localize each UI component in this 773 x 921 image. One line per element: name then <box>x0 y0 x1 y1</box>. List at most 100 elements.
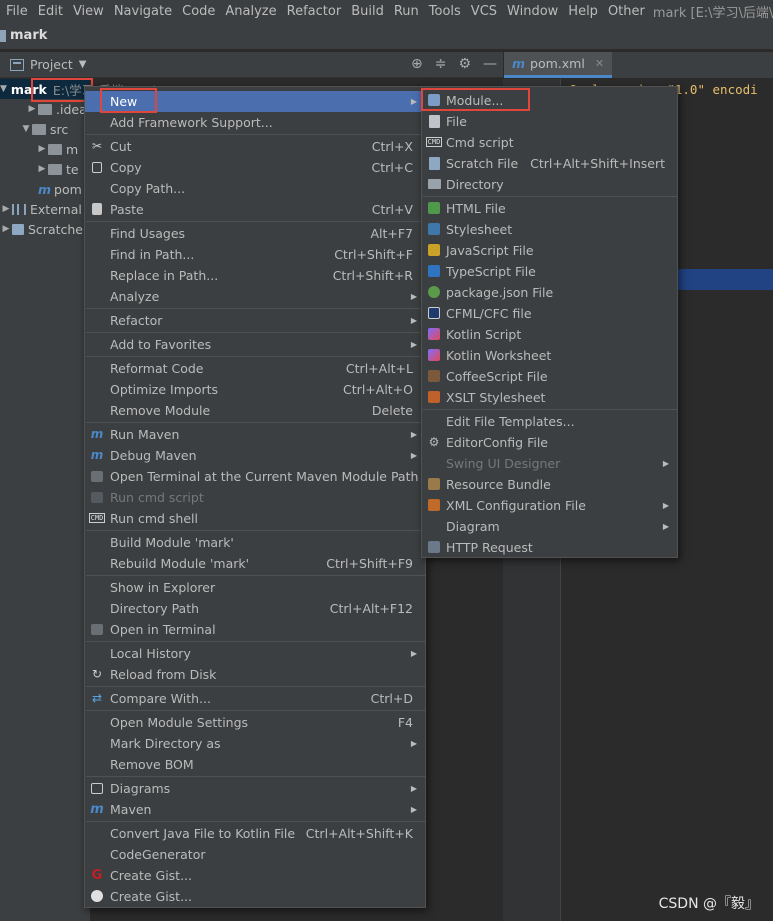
tree-item-src[interactable]: ▼ src <box>20 119 69 139</box>
submenu-item-edit-file-templates[interactable]: Edit File Templates... <box>422 411 677 432</box>
menu-item-create-gist[interactable]: G Create Gist... <box>85 865 425 886</box>
menu-item-label: TypeScript File <box>446 264 536 279</box>
submenu-item-diagram[interactable]: Diagram ▶ <box>422 516 677 537</box>
close-icon[interactable]: ✕ <box>595 57 604 70</box>
expand-arrow-icon[interactable]: ▶ <box>36 144 48 154</box>
submenu-item-kotlin-script[interactable]: Kotlin Script <box>422 324 677 345</box>
menu-item-reformat-code[interactable]: Reformat Code Ctrl+Alt+L <box>85 358 425 379</box>
submenu-item-stylesheet[interactable]: Stylesheet <box>422 219 677 240</box>
menu-item-local-history[interactable]: Local History ▶ <box>85 643 425 664</box>
menu-item-find-in-path[interactable]: Find in Path... Ctrl+Shift+F <box>85 244 425 265</box>
submenu-item-kotlin-worksheet[interactable]: Kotlin Worksheet <box>422 345 677 366</box>
menu-item-replace-in-path[interactable]: Replace in Path... Ctrl+Shift+R <box>85 265 425 286</box>
collapse-all-icon[interactable]: ≑ <box>435 56 447 72</box>
submenu-item-xml-configuration-file[interactable]: XML Configuration File ▶ <box>422 495 677 516</box>
menu-item-add-to-favorites[interactable]: Add to Favorites ▶ <box>85 334 425 355</box>
menu-file[interactable]: File <box>2 4 32 19</box>
tab-pom-xml[interactable]: m pom.xml ✕ <box>504 52 613 78</box>
menu-item-show-in-explorer[interactable]: Show in Explorer <box>85 577 425 598</box>
menu-item-label: Rebuild Module 'mark' <box>110 556 250 571</box>
expand-arrow-icon[interactable]: ▶ <box>0 224 12 234</box>
tree-item-external-libraries[interactable]: ▶ External <box>0 199 82 219</box>
submenu-item-xslt-stylesheet[interactable]: XSLT Stylesheet <box>422 387 677 408</box>
submenu-item-html-file[interactable]: HTML File <box>422 198 677 219</box>
menu-item-compare-with[interactable]: ⇄ Compare With... Ctrl+D <box>85 688 425 709</box>
tree-item-pom[interactable]: m pom <box>38 179 82 199</box>
minimize-icon[interactable]: — <box>483 56 497 72</box>
menu-edit[interactable]: Edit <box>34 4 67 19</box>
menu-item-label: Add to Favorites <box>110 337 212 352</box>
menu-item-run-cmd-script[interactable]: Run cmd script <box>85 487 425 508</box>
expand-arrow-icon[interactable]: ▼ <box>0 84 7 94</box>
menu-item-open-in-terminal[interactable]: Open in Terminal <box>85 619 425 640</box>
menu-item-convert-java-file-to-kotlin-file[interactable]: Convert Java File to Kotlin File Ctrl+Alt… <box>85 823 425 844</box>
menu-item-cut[interactable]: ✂ Cut Ctrl+X <box>85 136 425 157</box>
chevron-down-icon[interactable]: ▼ <box>79 59 87 70</box>
menu-item-optimize-imports[interactable]: Optimize Imports Ctrl+Alt+O <box>85 379 425 400</box>
menu-item-paste[interactable]: Paste Ctrl+V <box>85 199 425 220</box>
submenu-item-editorconfig-file[interactable]: ⚙ EditorConfig File <box>422 432 677 453</box>
submenu-item-package-json-file[interactable]: package.json File <box>422 282 677 303</box>
menu-item-reload-from-disk[interactable]: ↻ Reload from Disk <box>85 664 425 685</box>
menu-item-rebuild-module-mark[interactable]: Rebuild Module 'mark' Ctrl+Shift+F9 <box>85 553 425 574</box>
menu-other[interactable]: Other <box>604 4 649 19</box>
submenu-item-resource-bundle[interactable]: Resource Bundle <box>422 474 677 495</box>
menu-item-run-cmd-shell[interactable]: CMD Run cmd shell <box>85 508 425 529</box>
tree-item-main[interactable]: ▶ m <box>36 139 79 159</box>
tree-item-test[interactable]: ▶ te <box>36 159 79 179</box>
menu-item-open-terminal-at-the-current-maven-module-path[interactable]: Open Terminal at the Current Maven Modul… <box>85 466 425 487</box>
menu-build[interactable]: Build <box>347 4 388 19</box>
expand-arrow-icon[interactable]: ▼ <box>20 124 32 134</box>
locate-icon[interactable]: ⊕ <box>411 56 423 72</box>
expand-arrow-icon[interactable]: ▶ <box>36 164 48 174</box>
menu-item-open-module-settings[interactable]: Open Module Settings F4 <box>85 712 425 733</box>
menu-item-copy-path[interactable]: Copy Path... <box>85 178 425 199</box>
submenu-item-scratch-file[interactable]: Scratch File Ctrl+Alt+Shift+Insert <box>422 153 677 174</box>
menu-help[interactable]: Help <box>564 4 602 19</box>
submenu-item-directory[interactable]: Directory <box>422 174 677 195</box>
menu-item-diagrams[interactable]: Diagrams ▶ <box>85 778 425 799</box>
html-icon-shape <box>428 202 440 214</box>
menu-item-refactor[interactable]: Refactor ▶ <box>85 310 425 331</box>
expand-arrow-icon[interactable]: ▶ <box>26 104 38 114</box>
menu-item-add-framework-support[interactable]: Add Framework Support... <box>85 112 425 133</box>
menu-item-mark-directory-as[interactable]: Mark Directory as ▶ <box>85 733 425 754</box>
menu-refactor[interactable]: Refactor <box>283 4 346 19</box>
menu-view[interactable]: View <box>69 4 108 19</box>
menu-item-find-usages[interactable]: Find Usages Alt+F7 <box>85 223 425 244</box>
submenu-item-cfml-cfc-file[interactable]: CFML/CFC file <box>422 303 677 324</box>
menu-tools[interactable]: Tools <box>425 4 465 19</box>
submenu-item-typescript-file[interactable]: TypeScript File <box>422 261 677 282</box>
menu-item-codegenerator[interactable]: CodeGenerator <box>85 844 425 865</box>
submenu-item-http-request[interactable]: HTTP Request <box>422 537 677 558</box>
menu-run[interactable]: Run <box>390 4 423 19</box>
project-title[interactable]: mark <box>10 28 47 43</box>
menu-item-remove-bom[interactable]: Remove BOM <box>85 754 425 775</box>
project-view-selector[interactable]: Project <box>30 57 73 72</box>
gear-icon[interactable]: ⚙ <box>458 56 471 72</box>
menu-window[interactable]: Window <box>503 4 562 19</box>
menu-item-remove-module[interactable]: Remove Module Delete <box>85 400 425 421</box>
menu-item-run-maven[interactable]: m Run Maven ▶ <box>85 424 425 445</box>
menu-item-build-module-mark[interactable]: Build Module 'mark' <box>85 532 425 553</box>
submenu-item-file[interactable]: File <box>422 111 677 132</box>
submenu-item-javascript-file[interactable]: JavaScript File <box>422 240 677 261</box>
menu-item-create-gist[interactable]: Create Gist... <box>85 886 425 907</box>
menu-item-analyze[interactable]: Analyze ▶ <box>85 286 425 307</box>
submenu-item-swing-ui-designer[interactable]: Swing UI Designer ▶ <box>422 453 677 474</box>
menu-item-directory-path[interactable]: Directory Path Ctrl+Alt+F12 <box>85 598 425 619</box>
xml-icon <box>427 498 441 512</box>
menu-item-maven[interactable]: m Maven ▶ <box>85 799 425 820</box>
tree-item-scratches[interactable]: ▶ Scratche <box>0 219 83 239</box>
expand-arrow-icon[interactable]: ▶ <box>0 204 12 214</box>
menu-code[interactable]: Code <box>178 4 219 19</box>
menu-item-debug-maven[interactable]: m Debug Maven ▶ <box>85 445 425 466</box>
tree-item-idea[interactable]: ▶ .idea <box>26 99 87 119</box>
tree-item-label: pom <box>54 181 82 197</box>
submenu-item-coffeescript-file[interactable]: CoffeeScript File <box>422 366 677 387</box>
menu-navigate[interactable]: Navigate <box>110 4 176 19</box>
menu-vcs[interactable]: VCS <box>467 4 501 19</box>
menu-analyze[interactable]: Analyze <box>221 4 280 19</box>
submenu-item-cmd-script[interactable]: CMD Cmd script <box>422 132 677 153</box>
menu-item-copy[interactable]: Copy Ctrl+C <box>85 157 425 178</box>
